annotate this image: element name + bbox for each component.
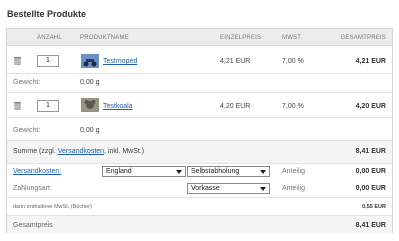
koala-image <box>81 98 99 112</box>
shipping-value: 0,00 EUR <box>355 168 386 175</box>
shipping-share: Anteilig <box>282 168 305 175</box>
quantity-input[interactable]: 1 <box>37 100 59 112</box>
unit-price: 4,21 EUR <box>220 58 251 65</box>
weight-row: Gewicht: 0,00 g <box>7 118 392 140</box>
header-anzahl: ANZAHL <box>37 35 62 41</box>
total-value: 8,41 EUR <box>355 222 386 229</box>
vat-note: darin enthaltene MwSt. (Bücher) <box>13 204 92 210</box>
weight-value: 0,00 g <box>80 127 100 134</box>
order-table: ANZAHL PRODUKTNAME EINZELPREIS MWST. GES… <box>6 28 393 233</box>
weight-row: Gewicht: 0,00 g <box>7 74 392 92</box>
shipping-label-link[interactable]: Versandkosten: <box>13 168 61 175</box>
header-produktname: PRODUKTNAME <box>80 35 129 41</box>
table-header: ANZAHL PRODUKTNAME EINZELPREIS MWST. GES… <box>7 29 392 46</box>
product-link[interactable]: Testkoala <box>103 103 133 110</box>
shipping-row: Versandkosten: England Selbstabholung An… <box>7 164 392 180</box>
table-row: 1 Testkoala 4,20 EUR 7,00 % 4,20 EUR <box>7 93 392 117</box>
sum-label: Summe (zzgl. Versandkosten, inkl. MwSt.) <box>13 148 144 155</box>
table-row: 1 Testmoped 4,21 EUR 7,00 % 4,21 EUR <box>7 50 392 73</box>
chevron-down-icon <box>176 170 182 174</box>
line-total: 4,21 EUR <box>355 58 386 65</box>
total-label: Gesamtpreis <box>13 222 53 229</box>
payment-cost: 0,00 EUR <box>355 185 386 192</box>
chevron-down-icon <box>260 187 266 191</box>
shipping-costs-link[interactable]: Versandkosten <box>58 148 104 155</box>
sum-suffix: , inkl. MwSt.) <box>104 148 145 155</box>
shipping-method-value: Selbstabholung <box>191 168 240 175</box>
header-mwst: MWST. <box>282 35 303 41</box>
product-link[interactable]: Testmoped <box>103 58 137 65</box>
country-select[interactable]: England <box>102 166 186 177</box>
vat-rate: 7,00 % <box>282 103 304 110</box>
trash-icon[interactable] <box>13 56 22 65</box>
product-thumbnail[interactable] <box>81 98 99 112</box>
sum-prefix: Summe (zzgl. <box>13 148 58 155</box>
weight-value: 0,00 g <box>80 79 100 86</box>
trash-icon[interactable] <box>13 101 22 110</box>
total-row: Gesamtpreis 8,41 EUR <box>7 215 392 233</box>
header-gesamtpreis: GESAMTPREIS <box>340 35 386 41</box>
payment-value: Vorkasse <box>191 185 220 192</box>
unit-price: 4,20 EUR <box>220 103 251 110</box>
quantity-input[interactable]: 1 <box>37 55 59 67</box>
product-thumbnail[interactable] <box>81 54 99 68</box>
country-value: England <box>106 168 132 175</box>
weight-label: Gewicht: <box>13 127 41 134</box>
weight-label: Gewicht: <box>13 79 41 86</box>
chevron-down-icon <box>260 170 266 174</box>
page-title: Bestellte Produkte <box>7 9 87 19</box>
moped-image <box>81 54 99 68</box>
vat-row: darin enthaltene MwSt. (Bücher) 0,55 EUR <box>7 198 392 215</box>
payment-row: Zahlungsart: Vorkasse Anteilig 0,00 EUR <box>7 180 392 197</box>
line-total: 4,20 EUR <box>355 103 386 110</box>
header-einzelpreis: EINZELPREIS <box>220 35 262 41</box>
payment-label: Zahlungsart: <box>13 185 52 192</box>
sum-row: Summe (zzgl. Versandkosten, inkl. MwSt.)… <box>7 140 392 163</box>
shipping-method-select[interactable]: Selbstabholung <box>187 166 270 177</box>
vat-value: 0,55 EUR <box>362 204 386 210</box>
sum-value: 8,41 EUR <box>355 148 386 155</box>
payment-share: Anteilig <box>282 185 305 192</box>
vat-rate: 7,00 % <box>282 58 304 65</box>
payment-select[interactable]: Vorkasse <box>187 183 270 194</box>
